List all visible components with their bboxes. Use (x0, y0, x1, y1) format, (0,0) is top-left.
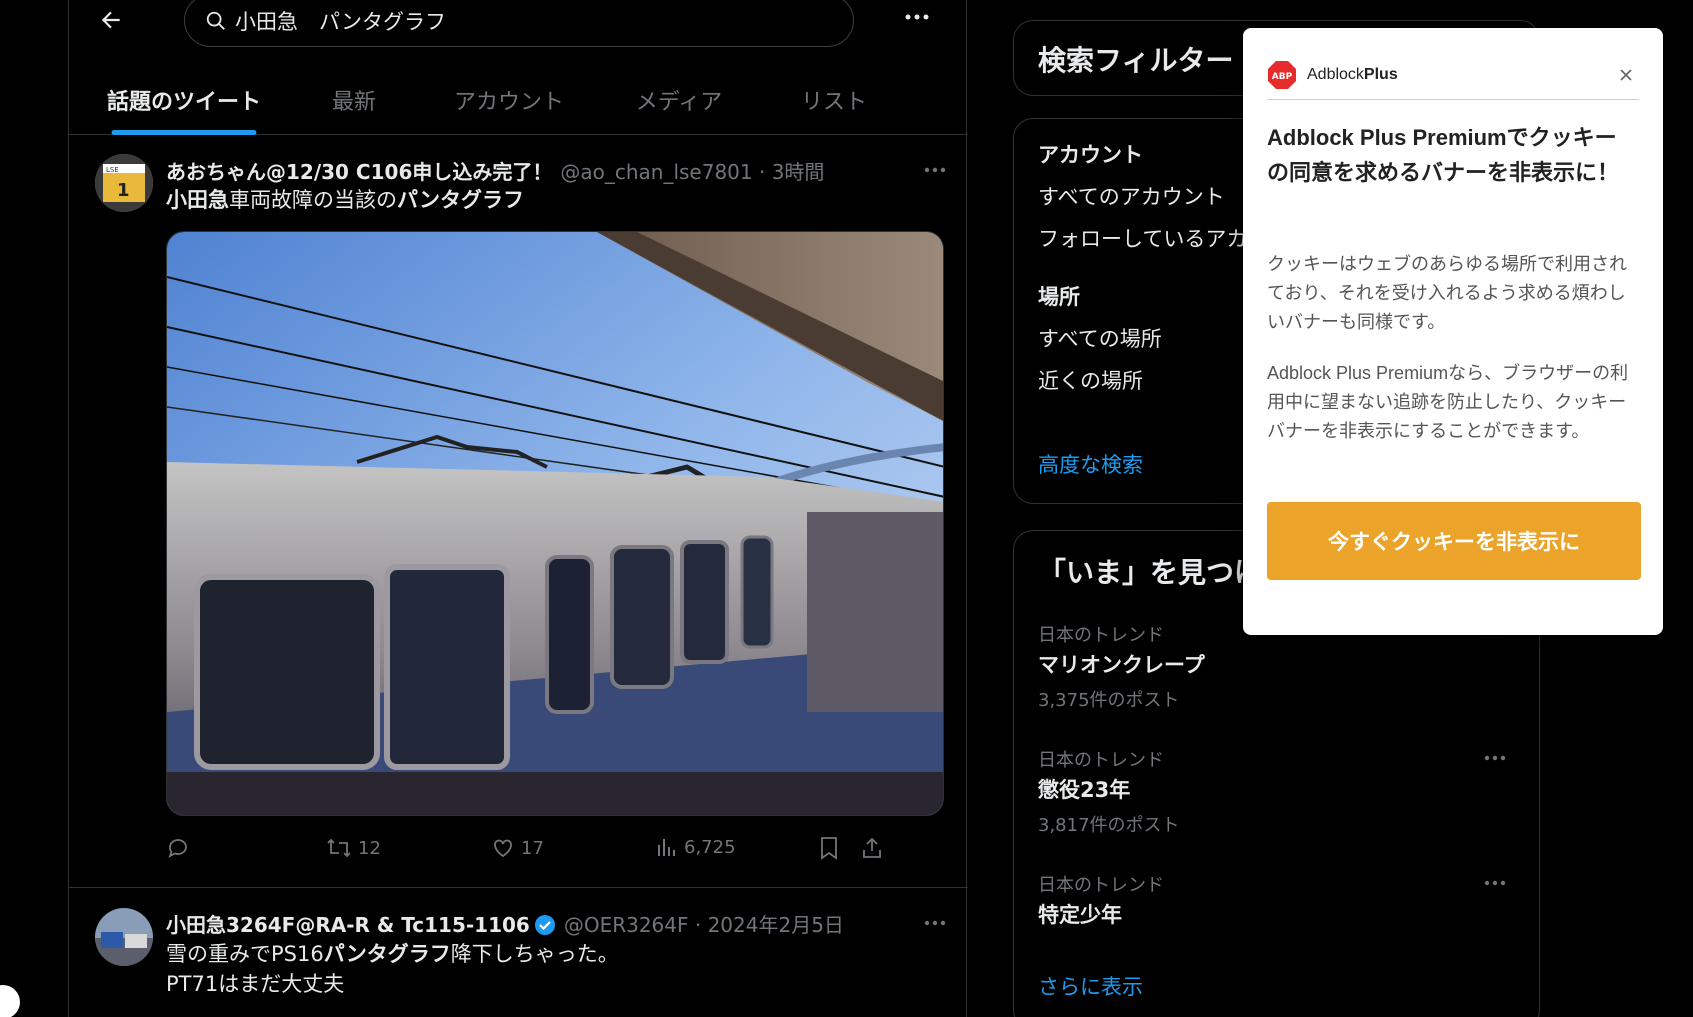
analytics-icon (658, 839, 675, 856)
avatar[interactable]: LSE 1 (95, 154, 153, 212)
tweet[interactable]: LSE 1 あおちゃん@12/30 C106申し込み完了！ @ao_chan_l… (69, 136, 968, 888)
close-button[interactable] (1615, 64, 1637, 86)
tab-label: アカウント (453, 89, 564, 115)
trend-name: 特定少年 (1038, 903, 1122, 927)
search-icon (205, 10, 227, 32)
more-icon (924, 920, 946, 926)
left-nav-strip (0, 0, 68, 1017)
more-icon (924, 167, 946, 173)
abp-logo-icon: ABP (1268, 60, 1296, 89)
tab-top[interactable]: 話題のツイート (69, 64, 299, 135)
views-button[interactable]: 6,725 (656, 836, 736, 858)
tab-label: 話題のツイート (106, 89, 261, 115)
search-query: 小田急 パンタグラフ (235, 9, 447, 34)
abp-description-1: クッキーはウェブのあらゆる場所で利用されており、それを受け入れるよう求める煩わし… (1267, 254, 1627, 332)
trend-name: マリオンクレープ (1038, 653, 1205, 677)
like-count: 17 (521, 837, 544, 859)
more-icon (1484, 755, 1506, 761)
tab-latest[interactable]: 最新 (299, 64, 409, 135)
back-button[interactable] (93, 2, 129, 38)
retweet-icon (327, 838, 351, 858)
verified-badge-icon (534, 914, 556, 936)
heart-icon (494, 839, 512, 858)
like-button[interactable]: 17 (491, 836, 544, 860)
tweet-more-button[interactable] (920, 160, 950, 180)
tab-media[interactable]: メディア (609, 64, 749, 135)
tab-label: 最新 (331, 89, 376, 115)
tab-accounts[interactable]: アカウント (409, 64, 609, 135)
share-icon (863, 837, 881, 858)
search-tabs: 話題のツイート 最新 アカウント メディア リスト (69, 64, 968, 135)
adblock-plus-popup: ABP AdblockPlus Adblock Plus Premiumでクッキ… (1243, 28, 1663, 635)
trend-category: 日本のトレンド (1038, 875, 1164, 896)
search-input[interactable]: 小田急 パンタグラフ (184, 0, 854, 47)
filter-nearby-locations[interactable]: 近くの場所 (1038, 365, 1143, 395)
filter-all-locations[interactable]: すべての場所 (1038, 323, 1162, 353)
bookmark-button[interactable] (818, 836, 840, 860)
abp-brand: AdblockPlus (1307, 65, 1398, 83)
view-count: 6,725 (684, 836, 736, 858)
main-column: 小田急 パンタグラフ 話題のツイート 最新 アカウント メディア リスト LSE… (68, 0, 968, 1017)
trend-name: 懲役23年 (1038, 778, 1131, 802)
svg-text:LSE: LSE (106, 166, 119, 174)
abp-title: Adblock Plus Premiumでクッキーの同意を求めるバナーを非表示に… (1267, 125, 1620, 185)
reply-button[interactable] (166, 836, 190, 860)
retweet-count: 12 (358, 837, 381, 859)
share-button[interactable] (860, 836, 884, 860)
author-handle[interactable]: @OER3264F · 2024年2月5日 (564, 909, 844, 938)
account-filter-label: アカウント (1038, 143, 1143, 167)
location-filter-label: 場所 (1038, 285, 1080, 309)
tweet-actions: 12 17 6,725 (166, 836, 946, 870)
more-icon (905, 14, 929, 20)
hide-cookies-button[interactable]: 今すぐクッキーを非表示に (1267, 502, 1641, 580)
filter-all-accounts[interactable]: すべてのアカウント (1038, 181, 1225, 211)
svg-text:ABP: ABP (1272, 72, 1293, 82)
search-filter-title: 検索フィルター (1038, 44, 1234, 77)
retweet-button[interactable]: 12 (326, 836, 381, 860)
tweet-text: 小田急車両故障の当該のパンタグラフ (166, 188, 525, 212)
svg-text:1: 1 (117, 180, 130, 201)
trend-more-button[interactable] (1480, 748, 1510, 768)
arrow-left-icon (101, 11, 120, 29)
abp-description-2: Adblock Plus Premiumなら、ブラウザーの利用中に望まない追跡を… (1267, 363, 1629, 441)
avatar[interactable] (95, 908, 153, 966)
tweet-more-button[interactable] (920, 913, 950, 933)
trend-more-button[interactable] (1480, 873, 1510, 893)
abp-header: ABP AdblockPlus (1267, 50, 1639, 100)
trend-post-count: 3,375件のポスト (1038, 690, 1180, 711)
trend-post-count: 3,817件のポスト (1038, 815, 1180, 836)
author-handle[interactable]: @ao_chan_lse7801 · 3時間 (560, 156, 824, 185)
tab-label: メディア (635, 89, 723, 115)
reply-icon (168, 839, 187, 858)
trend-category: 日本のトレンド (1038, 750, 1164, 771)
close-icon (1620, 69, 1632, 81)
author-name[interactable]: 小田急3264F@RA-R & Tc115-1106 (166, 909, 530, 938)
advanced-search-link[interactable]: 高度な検索 (1038, 449, 1143, 479)
tweet[interactable]: 小田急3264F@RA-R & Tc115-1106 @OER3264F · 2… (69, 888, 968, 1017)
tab-label: リスト (800, 89, 867, 115)
trend-category: 日本のトレンド (1038, 625, 1164, 646)
more-options-button[interactable] (899, 2, 935, 32)
bookmark-icon (821, 837, 837, 860)
show-more-link[interactable]: さらに表示 (1038, 971, 1143, 1001)
author-name[interactable]: あおちゃん@12/30 C106申し込み完了！ (166, 156, 552, 185)
active-tab-indicator (111, 130, 257, 135)
tweet-text: 雪の重みでPS16パンタグラフ降下しちゃった。 PT71はまだ大丈夫 (166, 942, 619, 996)
more-icon (1484, 880, 1506, 886)
tab-lists[interactable]: リスト (749, 64, 919, 135)
tweet-media-image[interactable] (166, 231, 944, 816)
